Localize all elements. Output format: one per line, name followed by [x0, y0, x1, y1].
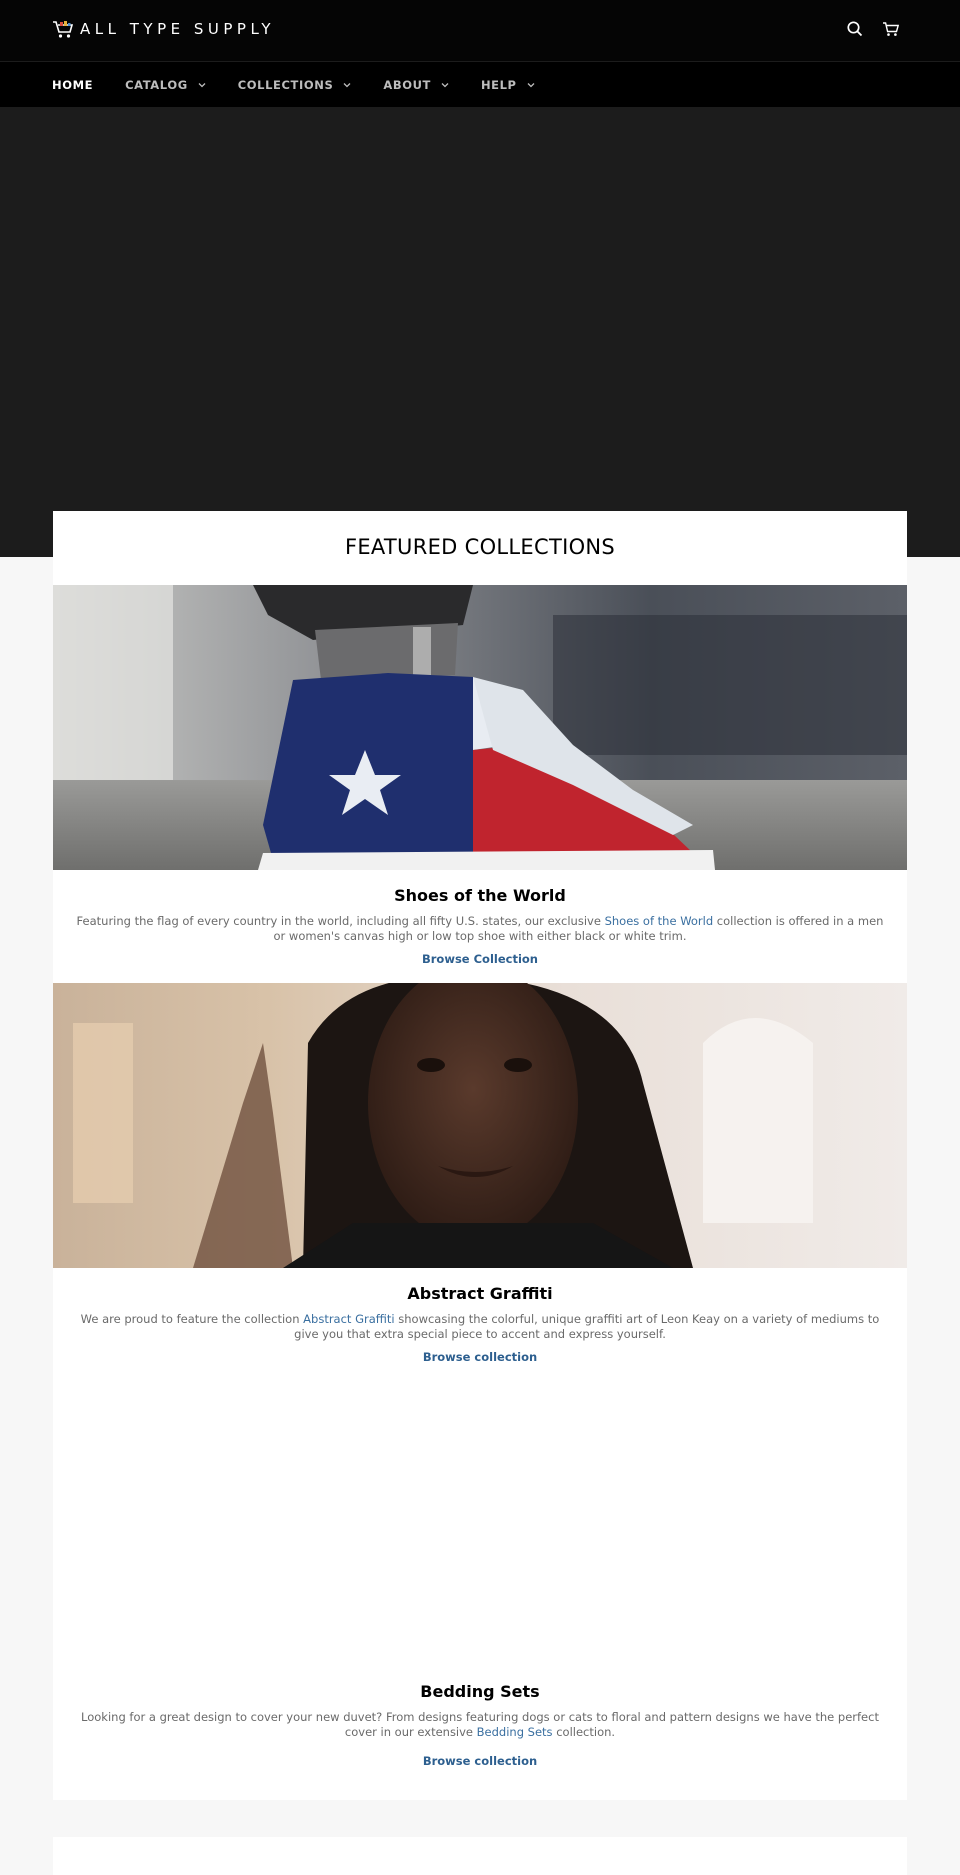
- collection-title: Abstract Graffiti: [407, 1284, 553, 1303]
- featured-collections-section: FEATURED COLLECTIONS Shoes of the World …: [53, 511, 907, 1800]
- nav-item-help[interactable]: HELP: [481, 78, 535, 92]
- nav-item-collections[interactable]: COLLECTIONS: [238, 78, 352, 92]
- nav-item-label: CATALOG: [125, 77, 188, 92]
- browse-collection-link[interactable]: Browse collection: [53, 1350, 907, 1364]
- logo-text: ALL TYPE SUPPLY: [80, 20, 275, 38]
- chevron-down-icon: [527, 82, 535, 87]
- nav-item-catalog[interactable]: CATALOG: [125, 78, 206, 92]
- hero-banner: [0, 107, 960, 557]
- collection-title: Bedding Sets: [420, 1682, 540, 1701]
- search-icon[interactable]: [846, 20, 864, 38]
- chevron-down-icon: [198, 82, 206, 87]
- browse-collection-link[interactable]: Browse collection: [53, 1754, 907, 1768]
- shopping-cart-logo-icon: [53, 21, 74, 38]
- collection-description: Looking for a great design to cover your…: [81, 1710, 879, 1739]
- nav-item-label: HOME: [52, 77, 94, 92]
- next-section-card: [53, 1837, 907, 1875]
- chevron-down-icon: [343, 82, 351, 87]
- collection-title: Shoes of the World: [394, 886, 566, 905]
- collection-description: Featuring the flag of every country in t…: [76, 914, 884, 943]
- nav-item-about[interactable]: ABOUT: [383, 78, 449, 92]
- browse-collection-link[interactable]: Browse Collection: [53, 952, 907, 966]
- site-header: ALL TYPE SUPPLY: [0, 0, 960, 62]
- abstract-graffiti-image[interactable]: [53, 983, 907, 1268]
- nav-item-label: ABOUT: [383, 77, 431, 92]
- bedding-sets-image[interactable]: [53, 1381, 907, 1666]
- chevron-down-icon: [441, 82, 449, 87]
- collection-inline-link[interactable]: Abstract Graffiti: [303, 1312, 394, 1326]
- collection-inline-link[interactable]: Shoes of the World: [605, 914, 714, 928]
- section-title: FEATURED COLLECTIONS: [344, 535, 616, 559]
- nav-item-home[interactable]: HOME: [52, 78, 93, 92]
- nav-item-label: HELP: [480, 77, 517, 92]
- shoes-of-the-world-image[interactable]: [53, 585, 907, 870]
- main-navigation: HOME CATALOG COLLECTIONS ABOUT HELP: [0, 62, 960, 107]
- collection-inline-link[interactable]: Bedding Sets: [477, 1725, 553, 1739]
- site-logo[interactable]: ALL TYPE SUPPLY: [52, 19, 275, 39]
- cart-icon[interactable]: [882, 20, 900, 38]
- nav-item-label: COLLECTIONS: [237, 77, 334, 92]
- collection-description: We are proud to feature the collection A…: [80, 1312, 880, 1341]
